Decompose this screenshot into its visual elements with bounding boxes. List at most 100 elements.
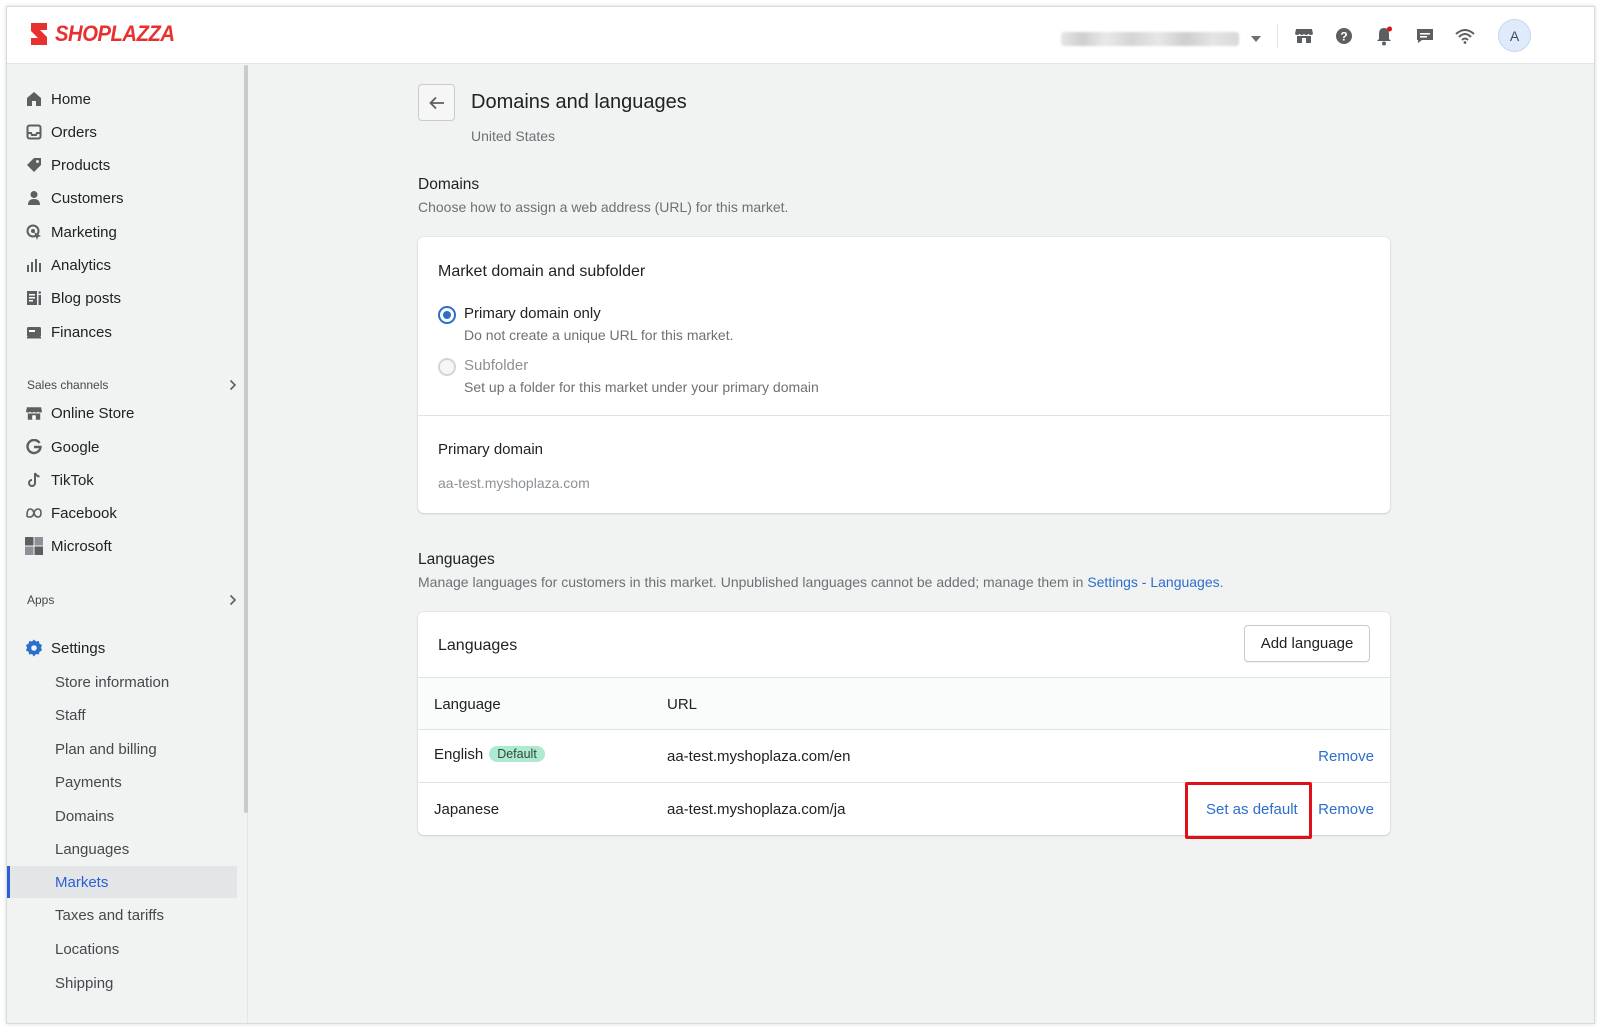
bell-icon[interactable]	[1373, 25, 1395, 47]
column-header-url: URL	[667, 696, 698, 713]
person-icon	[25, 189, 43, 207]
radio-label: Primary domain only	[464, 305, 601, 322]
table-row: English Default aa-test.myshoplaza.com/en…	[418, 730, 1390, 783]
settings-item-label: Locations	[55, 940, 120, 958]
column-header-language: Language	[434, 696, 501, 713]
sidebar-item-blog-posts[interactable]: Blog posts	[7, 283, 237, 313]
radio-option-primary-domain[interactable]: Primary domain only Do not create a uniq…	[438, 305, 734, 343]
sidebar-item-analytics[interactable]: Analytics	[7, 250, 237, 280]
sidebar-item-online-store[interactable]: Online Store	[7, 398, 237, 428]
sidebar-item-home[interactable]: Home	[7, 84, 237, 114]
sidebar-item-label: Analytics	[51, 256, 112, 274]
settings-item-shipping[interactable]: Shipping	[7, 967, 237, 999]
sidebar-item-orders[interactable]: Orders	[7, 117, 237, 147]
radio-label: Subfolder	[464, 357, 529, 374]
store-icon[interactable]	[1293, 25, 1315, 47]
settings-item-label: Taxes and tariffs	[55, 906, 164, 924]
domains-card: Market domain and subfolder Primary doma…	[418, 237, 1390, 513]
sidebar-item-settings[interactable]: Settings	[7, 633, 237, 663]
card-title: Languages	[438, 637, 518, 654]
arrow-left-icon	[428, 96, 444, 109]
radio-option-subfolder[interactable]: Subfolder Set up a folder for this marke…	[438, 357, 819, 395]
sidebar-item-label: Home	[51, 90, 92, 108]
chevron-right-icon	[229, 379, 237, 391]
sidebar-item-finances[interactable]: Finances	[7, 317, 237, 347]
orders-icon	[25, 123, 43, 141]
settings-item-taxes-and-tariffs[interactable]: Taxes and tariffs	[7, 899, 237, 931]
settings-item-label: Staff	[55, 706, 86, 724]
remove-button[interactable]: Remove	[1318, 801, 1374, 818]
main-content: Domains and languages United States Doma…	[249, 65, 1594, 1023]
settings-item-label: Store information	[55, 673, 170, 691]
chevron-down-icon	[1251, 36, 1261, 42]
sidebar-item-customers[interactable]: Customers	[7, 183, 237, 213]
settings-item-domains[interactable]: Domains	[7, 800, 237, 832]
sidebar-item-label: Facebook	[51, 504, 117, 522]
store-icon	[25, 404, 43, 422]
sidebar-item-label: Google	[51, 438, 100, 456]
sidebar-scrollbar[interactable]	[244, 65, 248, 813]
microsoft-icon	[25, 537, 43, 555]
sidebar-item-label: Customers	[51, 189, 124, 207]
sidebar-item-marketing[interactable]: Marketing	[7, 217, 237, 247]
description-suffix: .	[1219, 574, 1224, 590]
radio-primary-domain[interactable]	[438, 306, 456, 324]
domains-section-title: Domains	[418, 176, 480, 193]
language-name: English	[434, 746, 484, 763]
settings-item-languages[interactable]: Languages	[7, 833, 237, 865]
page-title: Domains and languages	[471, 91, 687, 113]
chat-icon[interactable]	[1414, 25, 1436, 47]
remove-button[interactable]: Remove	[1318, 748, 1374, 765]
radio-text: Subfolder Set up a folder for this marke…	[464, 357, 819, 395]
store-name-redacted	[1061, 32, 1239, 46]
language-cell: Japanese	[434, 801, 500, 818]
settings-item-plan-and-billing[interactable]: Plan and billing	[7, 733, 237, 765]
url-cell: aa-test.myshoplaza.com/en	[667, 748, 851, 765]
settings-item-locations[interactable]: Locations	[7, 933, 237, 965]
sidebar-item-microsoft[interactable]: Microsoft	[7, 531, 237, 561]
radio-text: Primary domain only Do not create a uniq…	[464, 305, 734, 343]
marketing-icon	[25, 223, 43, 241]
table-header: Language URL	[418, 677, 1390, 730]
store-selector[interactable]	[1061, 30, 1261, 48]
settings-item-payments[interactable]: Payments	[7, 766, 237, 798]
shoplazza-logo[interactable]: SHOPLAZZA	[27, 21, 185, 47]
top-bar: SHOPLAZZA ? A	[7, 7, 1594, 64]
svg-text:?: ?	[1340, 30, 1347, 44]
home-icon	[25, 90, 43, 108]
url-cell: aa-test.myshoplaza.com/ja	[667, 801, 846, 818]
sidebar-item-products[interactable]: Products	[7, 150, 237, 180]
sidebar-item-label: Orders	[51, 123, 97, 141]
logo-text: SHOPLAZZA	[55, 21, 175, 46]
sidebar-item-tiktok[interactable]: TikTok	[7, 465, 237, 495]
languages-section-title: Languages	[418, 551, 495, 568]
meta-icon	[25, 504, 43, 522]
settings-item-label: Shipping	[55, 974, 114, 992]
sidebar-item-facebook[interactable]: Facebook	[7, 498, 237, 528]
settings-item-label: Payments	[55, 773, 122, 791]
settings-item-label: Plan and billing	[55, 740, 157, 758]
apps-heading[interactable]: Apps	[27, 590, 237, 610]
highlight-box	[1185, 782, 1312, 839]
sales-channels-heading[interactable]: Sales channels	[27, 375, 237, 395]
settings-item-label: Languages	[55, 840, 130, 858]
radio-subfolder[interactable]	[438, 358, 456, 376]
card-title: Market domain and subfolder	[438, 263, 646, 280]
sidebar-item-google[interactable]: Google	[7, 432, 237, 462]
back-button[interactable]	[418, 84, 455, 121]
add-language-button[interactable]: Add language	[1244, 625, 1370, 662]
sidebar-item-label: Online Store	[51, 404, 135, 422]
avatar[interactable]: A	[1498, 19, 1531, 52]
settings-item-staff[interactable]: Staff	[7, 699, 237, 731]
gear-icon	[25, 639, 43, 657]
settings-languages-link[interactable]: Settings - Languages	[1087, 574, 1219, 590]
help-icon[interactable]: ?	[1333, 25, 1355, 47]
wifi-icon[interactable]	[1454, 25, 1476, 47]
google-icon	[25, 438, 43, 456]
settings-item-store-information[interactable]: Store information	[7, 666, 237, 698]
sidebar-item-label: Microsoft	[51, 537, 112, 555]
tag-icon	[25, 156, 43, 174]
primary-domain-value: aa-test.myshoplaza.com	[438, 475, 590, 491]
settings-item-markets[interactable]: Markets	[7, 866, 237, 898]
primary-domain-label: Primary domain	[438, 441, 544, 458]
